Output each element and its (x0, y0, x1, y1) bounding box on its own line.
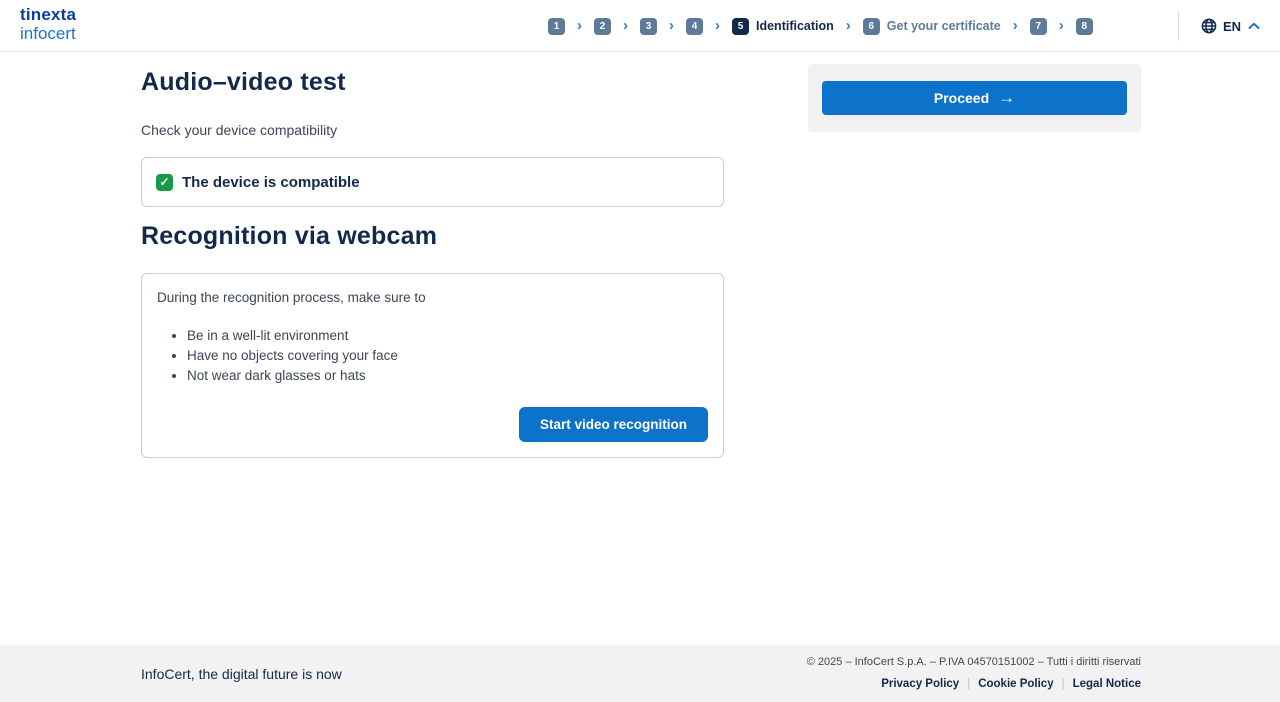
footer-link-legal-notice[interactable]: Legal Notice (1073, 678, 1141, 690)
footer-link-separator: | (967, 678, 970, 690)
recognition-bullet: Not wear dark glasses or hats (187, 366, 708, 386)
footer-link-separator: | (1062, 678, 1065, 690)
step-3: 3 (640, 18, 657, 35)
footer-links: Privacy Policy | Cookie Policy | Legal Notic… (807, 678, 1141, 690)
step-badge-2: 2 (594, 18, 611, 35)
recognition-bullet: Be in a well-lit environment (187, 326, 708, 346)
step-label-6: Get your certificate (887, 19, 1001, 33)
globe-icon (1201, 18, 1217, 34)
step-badge-8: 8 (1076, 18, 1093, 35)
language-selector[interactable]: EN (1178, 0, 1260, 52)
step-separator-icon: › (623, 18, 628, 33)
step-4: 4 (686, 18, 703, 35)
step-6: 6 Get your certificate (863, 18, 1001, 35)
page-title: Audio–video test (141, 68, 346, 97)
footer-right: © 2025 – InfoCert S.p.A. – P.IVA 0457015… (807, 656, 1141, 690)
chevron-up-icon (1248, 22, 1260, 30)
header: tinexta infocert 1 › 2 › 3 › 4 › 5 Identification… (0, 0, 1280, 52)
footer-link-privacy-policy[interactable]: Privacy Policy (881, 678, 959, 690)
step-badge-3: 3 (640, 18, 657, 35)
step-badge-4: 4 (686, 18, 703, 35)
step-separator-icon: › (669, 18, 674, 33)
subtitle: Check your device compatibility (141, 122, 337, 138)
footer-link-cookie-policy[interactable]: Cookie Policy (978, 678, 1053, 690)
page: tinexta infocert 1 › 2 › 3 › 4 › 5 Identification… (0, 0, 1280, 702)
check-icon: ✓ (156, 174, 173, 191)
step-separator-icon: › (577, 18, 582, 33)
footer: InfoCert, the digital future is now © 20… (0, 645, 1280, 702)
step-5: 5 Identification (732, 18, 834, 35)
stepper: 1 › 2 › 3 › 4 › 5 Identification › 6 Get your certif… (548, 0, 1093, 52)
step-separator-icon: › (1059, 18, 1064, 33)
proceed-panel: Proceed → (808, 64, 1141, 132)
compatibility-text: The device is compatible (182, 174, 360, 191)
recognition-checklist: Be in a well-lit environmentHave no obje… (157, 326, 708, 386)
footer-tagline: InfoCert, the digital future is now (141, 666, 342, 682)
step-badge-7: 7 (1030, 18, 1047, 35)
step-badge-5: 5 (732, 18, 749, 35)
step-badge-6: 6 (863, 18, 880, 35)
step-1: 1 (548, 18, 565, 35)
brand-logo-infocert: infocert (20, 25, 76, 42)
step-badge-1: 1 (548, 18, 565, 35)
language-code: EN (1223, 19, 1241, 34)
step-2: 2 (594, 18, 611, 35)
compatibility-card: ✓ The device is compatible (141, 157, 724, 207)
proceed-button[interactable]: Proceed → (822, 81, 1127, 115)
step-7: 7 (1030, 18, 1047, 35)
recognition-bullet: Have no objects covering your face (187, 346, 708, 366)
step-separator-icon: › (1013, 18, 1018, 33)
step-separator-icon: › (715, 18, 720, 33)
arrow-right-icon: → (998, 89, 1015, 106)
step-8: 8 (1076, 18, 1093, 35)
step-label-5: Identification (756, 19, 834, 33)
recognition-card: During the recognition process, make sur… (141, 273, 724, 458)
recognition-intro: During the recognition process, make sur… (157, 290, 708, 305)
section-title: Recognition via webcam (141, 222, 437, 251)
header-divider (1178, 11, 1179, 41)
start-video-recognition-button[interactable]: Start video recognition (519, 407, 708, 442)
step-separator-icon: › (846, 18, 851, 33)
proceed-button-label: Proceed (934, 90, 989, 106)
footer-copyright: © 2025 – InfoCert S.p.A. – P.IVA 0457015… (807, 656, 1141, 668)
brand-logo: tinexta infocert (20, 6, 76, 42)
brand-logo-tinexta: tinexta (20, 6, 76, 23)
